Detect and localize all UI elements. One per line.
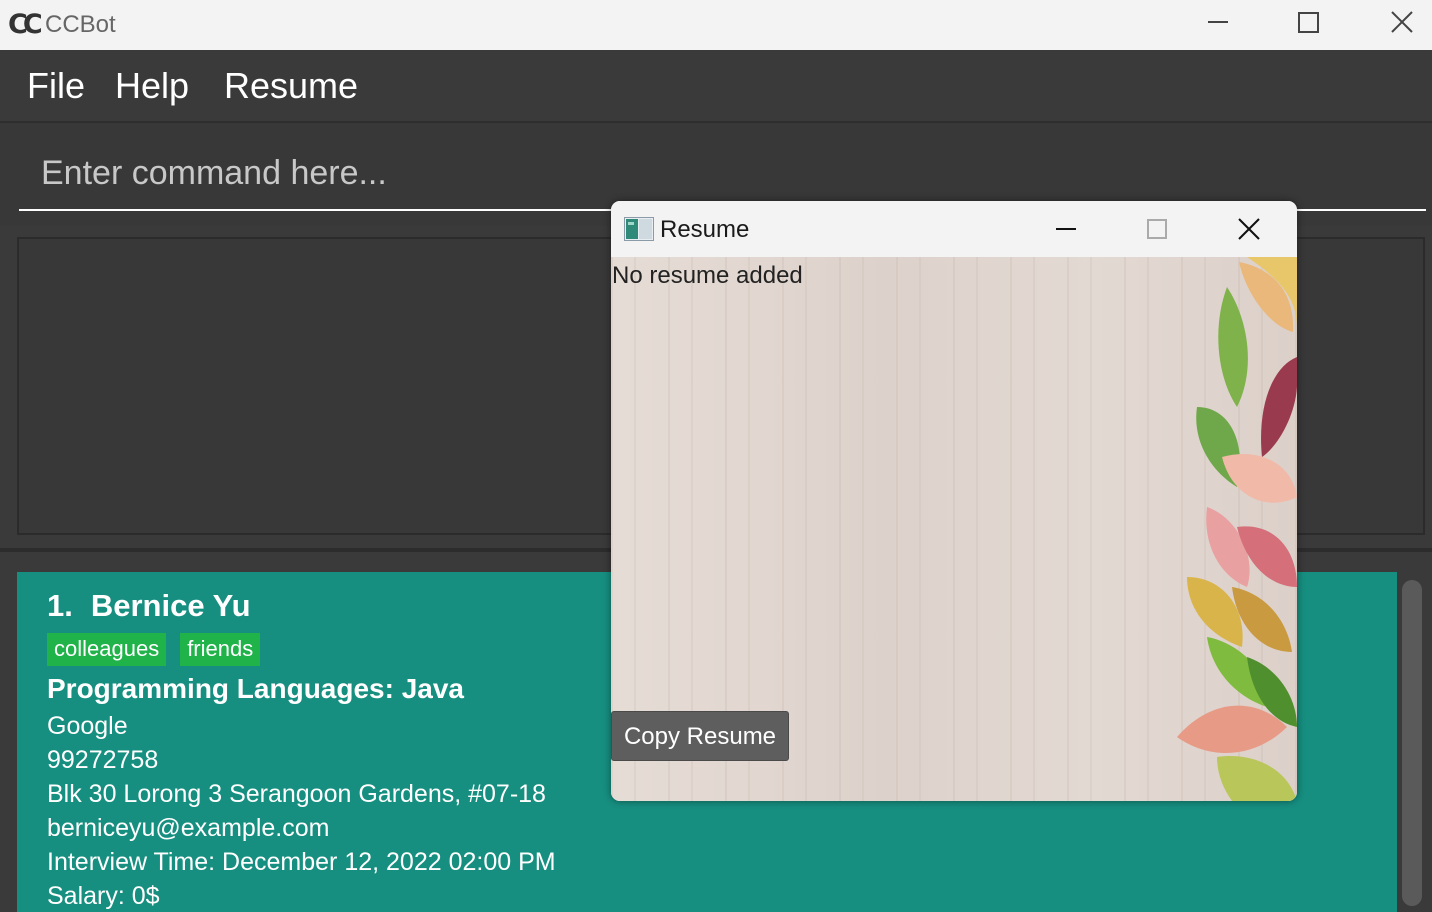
menu-file[interactable]: File: [27, 65, 85, 107]
person-phone: 99272758: [47, 746, 159, 774]
maximize-window-button[interactable]: [1292, 8, 1326, 42]
minimize-window-button[interactable]: [1201, 8, 1235, 42]
person-interview-time: Interview Time: December 12, 2022 02:00 …: [47, 848, 556, 876]
tag-badge: colleagues: [47, 633, 167, 666]
list-scrollbar[interactable]: [1402, 580, 1422, 906]
person-index: 1.: [47, 588, 73, 623]
person-salary: Salary: 0$: [47, 882, 160, 910]
resume-maximize-button[interactable]: [1140, 212, 1174, 246]
resume-window-title: Resume: [660, 216, 750, 243]
person-email: berniceyu@example.com: [47, 814, 330, 842]
menu-help[interactable]: Help: [115, 65, 189, 107]
minimize-icon: [1056, 228, 1076, 230]
programming-languages: Programming Languages: Java: [47, 673, 465, 704]
tag-list: colleagues friends: [47, 633, 261, 666]
person-name: Bernice Yu: [90, 588, 251, 623]
person-company: Google: [47, 712, 128, 740]
app-title-bar: CC CCBot: [0, 0, 1432, 50]
minimize-icon: [1208, 21, 1228, 23]
person-address: Blk 30 Lorong 3 Serangoon Gardens, #07-1…: [47, 780, 546, 808]
resume-window-title-bar: Resume: [611, 201, 1297, 257]
close-icon: [1238, 218, 1260, 240]
autumn-leaves-decoration: [1177, 257, 1297, 801]
resume-window-icon: [624, 217, 654, 241]
resume-background: No resume added Copy Resume: [611, 257, 1297, 801]
close-window-button[interactable]: [1385, 8, 1419, 42]
copy-resume-button[interactable]: Copy Resume: [611, 711, 789, 761]
tag-badge: friends: [180, 633, 261, 666]
maximize-icon: [1298, 12, 1319, 33]
person-name-row: 1. Bernice Yu: [47, 588, 251, 624]
resume-minimize-button[interactable]: [1049, 212, 1083, 246]
menu-resume[interactable]: Resume: [224, 65, 358, 107]
resume-window: Resume No resume added Copy Resume: [611, 201, 1297, 801]
close-icon: [1391, 11, 1413, 33]
command-input[interactable]: [19, 137, 1426, 211]
app-title: CCBot: [45, 11, 116, 38]
app-logo-icon: CC: [8, 9, 43, 40]
resume-close-button[interactable]: [1232, 212, 1266, 246]
menu-bar: File Help Resume: [0, 50, 1432, 123]
no-resume-message: No resume added: [612, 262, 803, 289]
maximize-icon: [1147, 219, 1167, 239]
